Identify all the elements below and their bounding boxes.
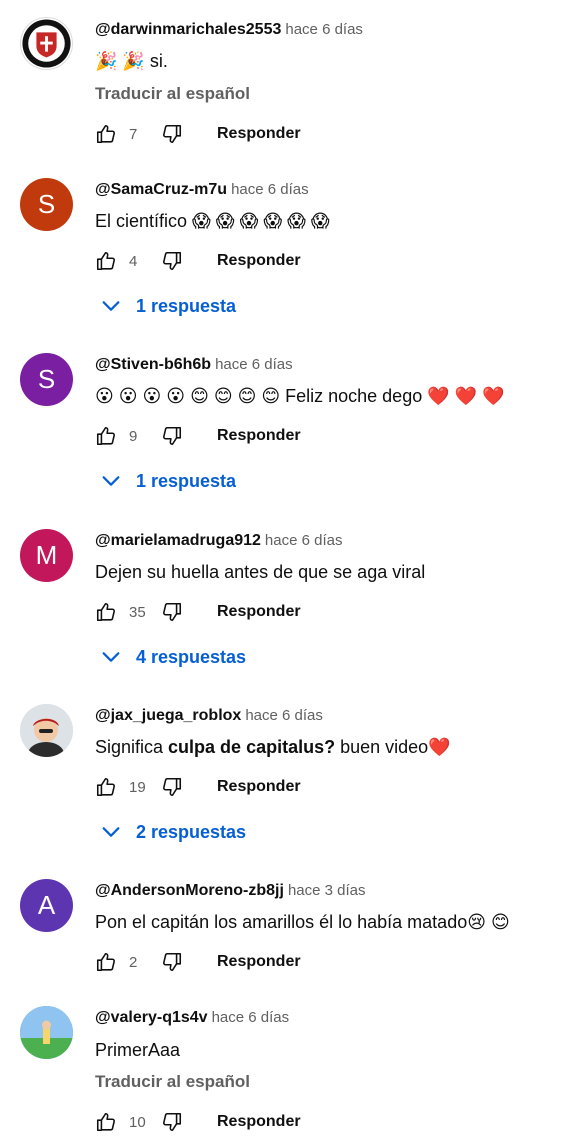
reply-button[interactable]: Responder	[217, 125, 301, 143]
thumb-up-icon[interactable]	[95, 776, 117, 798]
chevron-down-icon	[100, 295, 122, 317]
comment-text: 🎉 🎉 si.	[95, 51, 168, 71]
comment-actions: 2 Responder	[95, 950, 301, 974]
crest-logo-icon	[22, 19, 71, 68]
thumb-down-icon[interactable]	[161, 250, 183, 272]
comment-header: @SamaCruz-m7u hace 6 días	[95, 181, 309, 199]
comment-header: @darwinmarichales2553 hace 6 días	[95, 21, 363, 39]
avatar[interactable]	[20, 1006, 73, 1059]
chevron-down-icon	[100, 470, 122, 492]
view-replies-button[interactable]: 4 respuestas	[100, 646, 246, 668]
timestamp[interactable]: hace 6 días	[215, 356, 293, 373]
thumb-down-icon[interactable]	[161, 425, 183, 447]
thumb-down-icon[interactable]	[161, 776, 183, 798]
translate-link[interactable]: Traducir al español	[95, 84, 250, 104]
chevron-down-icon	[100, 821, 122, 843]
comment-actions: 10 Responder	[95, 1110, 301, 1134]
comment-text: Pon el capitán los amarillos él lo había…	[95, 912, 510, 932]
thumb-up-icon[interactable]	[95, 1111, 117, 1133]
comment-text: PrimerAaa	[95, 1040, 181, 1060]
like-count: 2	[129, 953, 138, 971]
view-replies-button[interactable]: 2 respuestas	[100, 821, 246, 843]
thumb-up-icon[interactable]	[95, 601, 117, 623]
avatar[interactable]	[20, 17, 73, 70]
like-count: 4	[129, 252, 138, 270]
reply-button[interactable]: Responder	[217, 778, 301, 796]
comment-actions: 35 Responder	[95, 600, 301, 624]
author-handle[interactable]: @valery-q1s4v	[95, 1009, 208, 1026]
replies-label: 1 respuesta	[136, 295, 237, 316]
author-handle[interactable]: @AndersonMoreno-zb8jj	[95, 882, 284, 899]
comment-actions: 9 Responder	[95, 424, 301, 448]
avatar[interactable]	[20, 704, 73, 757]
comment-text: 😮 😮 😮 😮 😊 😊 😊 😊 Feliz noche dego ❤️ ❤️ ❤…	[95, 386, 505, 406]
timestamp[interactable]: hace 6 días	[285, 21, 363, 38]
avatar[interactable]: S	[20, 353, 73, 406]
author-handle[interactable]: @SamaCruz-m7u	[95, 181, 227, 198]
thumb-down-icon[interactable]	[161, 951, 183, 973]
author-handle[interactable]: @marielamadruga912	[95, 532, 261, 549]
thumb-up-icon[interactable]	[95, 250, 117, 272]
avatar[interactable]: M	[20, 529, 73, 582]
comment-text-start: Significa	[95, 737, 169, 757]
author-handle[interactable]: @Stiven-b6h6b	[95, 356, 211, 373]
comment-text-bold: culpa de capitalus?	[168, 737, 336, 757]
thumb-down-icon[interactable]	[161, 1111, 183, 1133]
reply-button[interactable]: Responder	[217, 603, 301, 621]
translate-link[interactable]: Traducir al español	[95, 1072, 250, 1092]
timestamp[interactable]: hace 3 días	[288, 882, 366, 899]
comment-header: @Stiven-b6h6b hace 6 días	[95, 356, 293, 374]
timestamp[interactable]: hace 6 días	[231, 181, 309, 198]
thumb-up-icon[interactable]	[95, 123, 117, 145]
comment-header: @marielamadruga912 hace 6 días	[95, 532, 342, 550]
replies-label: 2 respuestas	[136, 821, 247, 842]
thumb-down-icon[interactable]	[161, 123, 183, 145]
like-count: 35	[129, 603, 146, 621]
author-handle[interactable]: @darwinmarichales2553	[95, 21, 281, 38]
view-replies-button[interactable]: 1 respuesta	[100, 470, 236, 492]
comment-actions: 4 Responder	[95, 249, 301, 273]
comment-text: El científico 😱 😱 😱 😱 😱 😱	[95, 211, 330, 231]
thumb-up-icon[interactable]	[95, 425, 117, 447]
avatar[interactable]: S	[20, 178, 73, 231]
comment-header: @AndersonMoreno-zb8jj hace 3 días	[95, 882, 366, 900]
comment-header: @valery-q1s4v hace 6 días	[95, 1009, 289, 1027]
comment-actions: 7 Responder	[95, 122, 301, 146]
comment-text: Dejen su huella antes de que se aga vira…	[95, 562, 426, 582]
comment-actions: 19 Responder	[95, 775, 301, 799]
avatar[interactable]: A	[20, 879, 73, 932]
reply-button[interactable]: Responder	[217, 252, 301, 270]
chevron-down-icon	[100, 646, 122, 668]
roblox-avatar-icon	[20, 704, 73, 757]
view-replies-button[interactable]: 1 respuesta	[100, 295, 236, 317]
thumb-down-icon[interactable]	[161, 601, 183, 623]
like-count: 9	[129, 427, 138, 445]
comment-text: Significa culpa de capitalus? buen video…	[95, 737, 451, 758]
like-count: 19	[129, 778, 146, 796]
replies-label: 1 respuesta	[136, 470, 237, 491]
like-count: 10	[129, 1113, 146, 1131]
replies-label: 4 respuestas	[136, 646, 247, 667]
like-count: 7	[129, 125, 138, 143]
reply-button[interactable]: Responder	[217, 953, 301, 971]
game-avatar-icon	[20, 1006, 73, 1059]
reply-button[interactable]: Responder	[217, 1113, 301, 1131]
comment-text-end: buen video❤️	[335, 737, 451, 757]
thumb-up-icon[interactable]	[95, 951, 117, 973]
reply-button[interactable]: Responder	[217, 427, 301, 445]
comment-header: @jax_juega_roblox hace 6 días	[95, 707, 323, 725]
author-handle[interactable]: @jax_juega_roblox	[95, 707, 241, 724]
timestamp[interactable]: hace 6 días	[245, 707, 323, 724]
timestamp[interactable]: hace 6 días	[212, 1009, 290, 1026]
timestamp[interactable]: hace 6 días	[265, 532, 343, 549]
